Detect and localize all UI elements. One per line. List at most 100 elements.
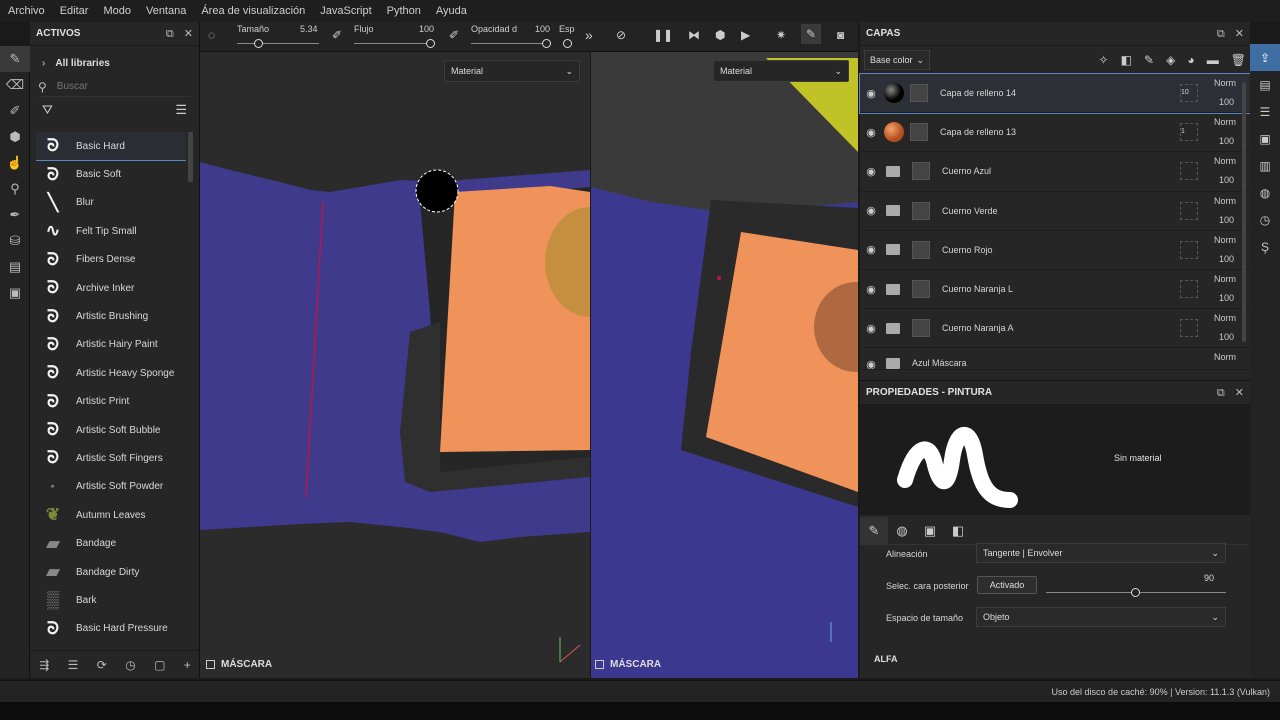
list-item[interactable]: ᘐ Artistic Soft Bubble	[36, 416, 186, 444]
blend-mode[interactable]: Norm	[1214, 274, 1236, 284]
menu-ventana[interactable]: Ventana	[146, 5, 186, 17]
menu-modo[interactable]: Modo	[103, 5, 131, 17]
pen-pressure-icon[interactable]: ✐	[449, 28, 459, 42]
add-smart-material-icon[interactable]: ◕	[1187, 53, 1194, 67]
undock-icon[interactable]: ⧉	[166, 28, 174, 40]
visibility-eye-icon[interactable]: ◉	[860, 165, 882, 178]
list-item[interactable]: ᘐ Artistic Soft Fingers	[36, 444, 186, 472]
layer-mask-thumbnail[interactable]	[912, 162, 930, 181]
opacity-slider-track[interactable]	[471, 43, 551, 44]
layer-row[interactable]: ◉ Cuerno Azul Norm 100	[860, 152, 1250, 192]
display-settings-icon[interactable]: ◍	[1250, 179, 1280, 206]
layer-opacity[interactable]: 100	[1219, 293, 1234, 303]
layer-opacity[interactable]: 100	[1219, 332, 1234, 342]
visibility-eye-icon[interactable]: ◉	[860, 322, 882, 335]
list-item[interactable]: ᘐ Artistic Print	[36, 388, 186, 416]
cube-icon[interactable]: ⬢	[715, 28, 725, 42]
paint-mode-icon[interactable]: ✎	[801, 24, 822, 44]
menu-editar[interactable]: Editar	[60, 5, 89, 17]
layer-row[interactable]: ◉ Cuerno Verde Norm 100	[860, 192, 1250, 231]
layer-mask-thumbnail[interactable]	[912, 319, 930, 338]
layer-row[interactable]: ◉ Capa de relleno 14 10 Norm 100	[859, 72, 1251, 115]
viewport-2d[interactable]: Material ⌄ MÁSCARA	[591, 52, 858, 678]
bake-tool-icon[interactable]: ⛁	[0, 228, 30, 254]
opacity-slider-knob[interactable]	[542, 39, 551, 48]
paint-brush-tool-icon[interactable]: ✎	[0, 46, 30, 72]
delete-layer-icon[interactable]: 🗑	[1231, 53, 1246, 67]
channel-select[interactable]: Base color ⌄	[864, 50, 930, 70]
pause-icon[interactable]: ❚❚	[653, 28, 673, 42]
symmetry-off-icon[interactable]: ⊘	[616, 28, 626, 42]
settings-dock-icon[interactable]: ▥	[1250, 152, 1280, 179]
layer-opacity[interactable]: 100	[1219, 254, 1234, 264]
list-item[interactable]: ᘐ Basic Hard	[36, 132, 186, 162]
flow-slider-knob[interactable]	[426, 39, 435, 48]
add-paint-layer-icon[interactable]: ✎	[1144, 53, 1154, 67]
filter-icon[interactable]: ⛛	[42, 102, 53, 118]
visibility-eye-icon[interactable]: ◉	[860, 204, 882, 217]
export-icon[interactable]: ⇪	[1250, 44, 1280, 71]
tab-stencil-icon[interactable]: ▣	[916, 517, 944, 545]
blend-mode[interactable]: Norm	[1214, 156, 1236, 166]
list-item[interactable]: ᘐ Basic Hard Pressure	[36, 615, 186, 643]
layer-opacity[interactable]: 100	[1219, 136, 1234, 146]
list-view-icon[interactable]: ☰	[175, 102, 187, 118]
add-fill-layer-icon[interactable]: ◈	[1166, 53, 1175, 67]
layers-dock-icon[interactable]: ☰	[1250, 98, 1280, 125]
eraser-tool-icon[interactable]: ⌫	[0, 72, 30, 98]
list-item[interactable]: ᘐ Basic Soft	[36, 160, 186, 188]
layer-mask-thumbnail[interactable]	[912, 280, 930, 299]
add-icon[interactable]: +	[184, 658, 191, 672]
spacing-slider-knob[interactable]	[563, 39, 572, 48]
color-picker-tool-icon[interactable]: ✒	[0, 202, 30, 228]
close-icon[interactable]: ✕	[1235, 387, 1244, 399]
blend-mode[interactable]: Norm	[1214, 78, 1236, 88]
opacity-value[interactable]: 100	[535, 24, 550, 34]
blend-mode[interactable]: Norm	[1214, 196, 1236, 206]
visibility-eye-icon[interactable]: ◉	[860, 283, 882, 296]
mask-indicator[interactable]: MÁSCARA	[206, 659, 272, 670]
blend-mode[interactable]: Norm	[1214, 235, 1236, 245]
layer-opacity[interactable]: 100	[1219, 97, 1234, 107]
list-item[interactable]: · Artistic Soft Powder	[36, 473, 186, 501]
camera-video-icon[interactable]: ▶	[741, 28, 750, 42]
layer-opacity[interactable]: 100	[1219, 175, 1234, 185]
projection-tool-icon[interactable]: ✐	[0, 98, 30, 124]
mask-indicator[interactable]: MÁSCARA	[595, 659, 661, 670]
list-item[interactable]: ╲ Blur	[36, 189, 186, 217]
library-selector[interactable]: › All libraries	[30, 52, 199, 74]
layer-row[interactable]: ◉ Cuerno Naranja A Norm 100	[860, 309, 1250, 349]
list-item[interactable]: ▰ Bandage	[36, 529, 186, 557]
polygon-fill-tool-icon[interactable]: ▤	[0, 254, 30, 280]
layer-row[interactable]: ◉ Azul Máscara Norm	[860, 348, 1250, 371]
smudge-tool-icon[interactable]: ☝	[0, 150, 30, 176]
visibility-eye-icon[interactable]: ◉	[860, 358, 882, 369]
backface-angle-value[interactable]: 90	[1204, 573, 1214, 583]
size-value[interactable]: 5.34	[300, 24, 318, 34]
history-icon[interactable]: ◷	[1250, 206, 1280, 233]
close-icon[interactable]: ✕	[184, 28, 193, 40]
clone-tool-icon[interactable]: ⚲	[0, 176, 30, 202]
layer-mask-thumbnail[interactable]	[910, 84, 928, 103]
layer-mask-thumbnail[interactable]	[912, 201, 930, 220]
menu-ayuda[interactable]: Ayuda	[436, 5, 467, 17]
mirror-icon[interactable]: ⧓	[688, 28, 700, 42]
menu-javascript[interactable]: JavaScript	[320, 5, 371, 17]
menu-archivo[interactable]: Archivo	[8, 5, 45, 17]
refresh-icon[interactable]: ⟳	[97, 658, 107, 672]
viewport-3d[interactable]: Material ⌄ MÁSCARA	[200, 52, 590, 678]
screenshot-camera-icon[interactable]: ◙	[837, 28, 844, 42]
close-icon[interactable]: ✕	[1235, 28, 1244, 40]
visibility-eye-icon[interactable]: ◉	[860, 126, 882, 139]
undock-icon[interactable]: ⧉	[1217, 387, 1225, 399]
undock-icon[interactable]: ⧉	[1217, 28, 1225, 40]
tab-material-icon[interactable]: ◍	[888, 517, 916, 545]
layer-mask-thumbnail[interactable]	[910, 123, 928, 142]
backface-toggle-button[interactable]: Activado	[977, 576, 1037, 594]
list-item[interactable]: ᘐ Artistic Heavy Sponge	[36, 359, 186, 387]
list-item[interactable]: ❦ Autumn Leaves	[36, 501, 186, 529]
import-icon[interactable]: ⇶	[39, 658, 49, 672]
flow-slider-track[interactable]	[354, 43, 434, 44]
blend-mode[interactable]: Norm	[1214, 352, 1236, 362]
tab-alpha-icon[interactable]: ◧	[944, 517, 972, 545]
